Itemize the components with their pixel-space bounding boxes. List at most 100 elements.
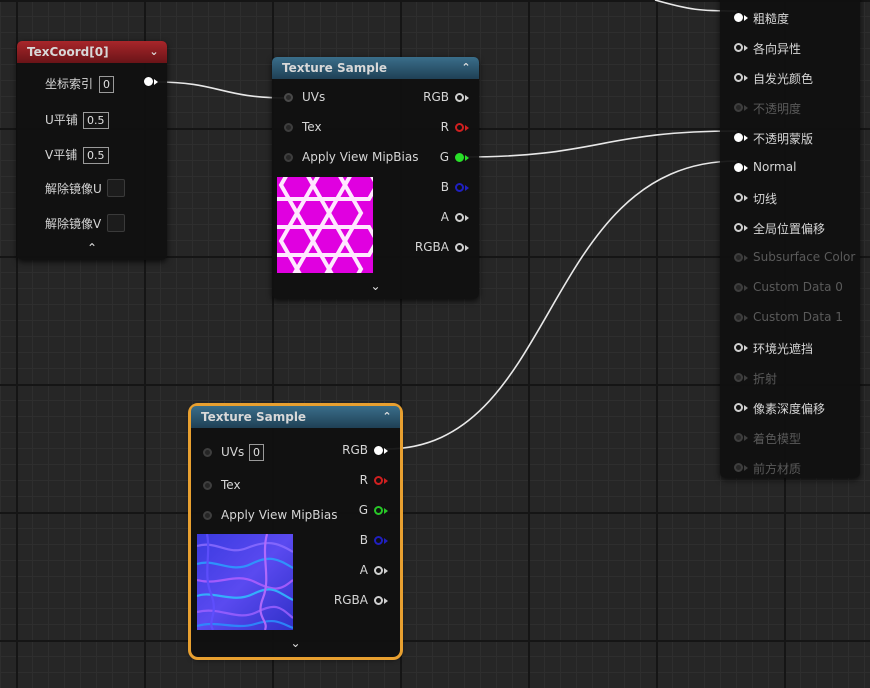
material-input-label: Custom Data 1 — [753, 310, 843, 324]
material-input-pin[interactable] — [734, 283, 743, 292]
texture-sample-2-title: Texture Sample — [201, 410, 307, 424]
material-input-pin[interactable] — [734, 103, 743, 112]
r-output-pin[interactable] — [374, 476, 383, 485]
texcoord-node[interactable]: TexCoord[0] ⌄ 坐标索引 0 U平铺 0.5 V平铺 0.5 解除镜… — [17, 41, 167, 260]
coord-index-field[interactable]: 0 — [99, 76, 114, 93]
material-input-pin[interactable] — [734, 163, 743, 172]
r-output-label: R — [440, 120, 449, 134]
pin-arrow-icon — [744, 15, 748, 21]
material-input-label: 折射 — [753, 372, 778, 386]
material-input-pin[interactable] — [734, 43, 743, 52]
u-tiling-field[interactable]: 0.5 — [83, 112, 109, 129]
texture-sample-2-header[interactable]: Texture Sample ⌃ — [191, 406, 400, 428]
pin-arrow-icon — [465, 95, 469, 101]
g-output-label: G — [358, 503, 368, 517]
uvs-input-pin[interactable] — [203, 448, 212, 457]
material-input-pin[interactable] — [734, 373, 743, 382]
uvs-input-pin[interactable] — [284, 93, 293, 102]
expand-chevron-icon[interactable]: ⌄ — [191, 636, 400, 650]
wire-g-to-opacity-mask — [463, 130, 738, 158]
uvs-value-field[interactable]: 0 — [249, 444, 264, 461]
pin-arrow-icon — [465, 125, 469, 131]
pin-arrow-icon — [384, 448, 388, 454]
pin-arrow-icon — [465, 155, 469, 161]
b-output-pin[interactable] — [374, 536, 383, 545]
material-input-pin[interactable] — [734, 73, 743, 82]
pin-arrow-icon — [465, 245, 469, 251]
collapse-chevron-icon[interactable]: ⌃ — [380, 406, 394, 428]
unmirror-u-checkbox[interactable] — [107, 179, 125, 197]
material-input-label: 不透明蒙版 — [753, 132, 814, 146]
hexagon-texture-preview — [277, 177, 373, 273]
material-input-label: 全局位置偏移 — [753, 222, 826, 236]
material-input-pin[interactable] — [734, 313, 743, 322]
pin-arrow-icon — [465, 185, 469, 191]
pin-arrow-icon — [744, 405, 748, 411]
b-output-label: B — [359, 533, 368, 547]
collapse-chevron-icon[interactable]: ⌄ — [147, 41, 161, 63]
pin-arrow-icon — [744, 315, 748, 321]
tex-input-pin[interactable] — [284, 123, 293, 132]
mipbias-input-label: Apply View MipBias — [302, 150, 419, 164]
unmirror-v-label: 解除镜像V — [45, 217, 102, 231]
g-output-pin[interactable] — [455, 153, 464, 162]
pin-arrow-icon — [744, 75, 748, 81]
a-output-label: A — [440, 210, 449, 224]
material-output-node[interactable]: 粗糙度 各向异性 自发光颜色 不透明度 不透明蒙版 Normal 切线 全局位置偏移 Subsu… — [720, 0, 860, 478]
pin-arrow-icon — [744, 195, 748, 201]
rgba-output-pin[interactable] — [455, 243, 464, 252]
collapse-chevron-icon[interactable]: ⌃ — [459, 57, 473, 79]
a-output-label: A — [359, 563, 368, 577]
material-input-label: 像素深度偏移 — [753, 402, 826, 416]
material-input-pin[interactable] — [734, 463, 743, 472]
material-input-label: 粗糙度 — [753, 12, 790, 26]
a-output-pin[interactable] — [374, 566, 383, 575]
texture-sample-1-title: Texture Sample — [282, 61, 388, 75]
material-input-label: 环境光遮挡 — [753, 342, 814, 356]
rgba-output-pin[interactable] — [374, 596, 383, 605]
advanced-toggle-icon[interactable]: ⌃ — [17, 241, 167, 255]
texcoord-output-pin[interactable] — [144, 77, 153, 86]
pin-arrow-icon — [744, 225, 748, 231]
unmirror-v-checkbox[interactable] — [107, 214, 125, 232]
pin-arrow-icon — [744, 375, 748, 381]
material-input-pin[interactable] — [734, 223, 743, 232]
a-output-pin[interactable] — [455, 213, 464, 222]
material-input-label: 前方材质 — [753, 462, 802, 476]
pin-arrow-icon — [384, 478, 388, 484]
texture-sample-node-1[interactable]: Texture Sample ⌃ UVs Tex Apply View MipB… — [272, 57, 479, 299]
tex-input-pin[interactable] — [203, 481, 212, 490]
pin-arrow-icon — [744, 465, 748, 471]
material-input-label: 自发光颜色 — [753, 72, 814, 86]
rgb-output-label: RGB — [342, 443, 368, 457]
material-input-pin[interactable] — [734, 403, 743, 412]
material-input-pin[interactable] — [734, 343, 743, 352]
material-input-label: 切线 — [753, 192, 778, 206]
rgb-output-pin[interactable] — [374, 446, 383, 455]
material-input-pin[interactable] — [734, 133, 743, 142]
b-output-pin[interactable] — [455, 183, 464, 192]
b-output-label: B — [440, 180, 449, 194]
material-input-pin[interactable] — [734, 253, 743, 262]
g-output-pin[interactable] — [374, 506, 383, 515]
texture-sample-node-2[interactable]: Texture Sample ⌃ UVs 0 Tex Apply View Mi… — [188, 403, 403, 660]
rgb-output-pin[interactable] — [455, 93, 464, 102]
pin-arrow-icon — [744, 45, 748, 51]
mipbias-input-pin[interactable] — [284, 153, 293, 162]
material-input-pin[interactable] — [734, 13, 743, 22]
pin-arrow-icon — [744, 105, 748, 111]
mipbias-input-pin[interactable] — [203, 511, 212, 520]
pin-arrow-icon — [154, 79, 158, 85]
material-input-label: 各向异性 — [753, 42, 802, 56]
mipbias-input-label: Apply View MipBias — [221, 508, 338, 522]
pin-arrow-icon — [384, 508, 388, 514]
material-input-label: 着色模型 — [753, 432, 802, 446]
v-tiling-field[interactable]: 0.5 — [83, 147, 109, 164]
pin-arrow-icon — [384, 598, 388, 604]
material-input-pin[interactable] — [734, 433, 743, 442]
texture-sample-1-header[interactable]: Texture Sample ⌃ — [272, 57, 479, 79]
material-input-pin[interactable] — [734, 193, 743, 202]
r-output-pin[interactable] — [455, 123, 464, 132]
expand-chevron-icon[interactable]: ⌄ — [272, 279, 479, 293]
texcoord-header[interactable]: TexCoord[0] ⌄ — [17, 41, 167, 63]
